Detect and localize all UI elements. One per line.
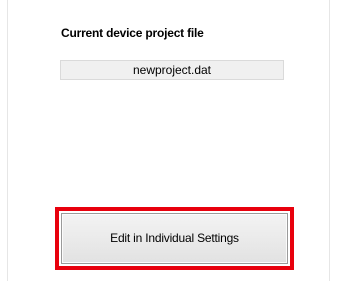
panel-right-border	[329, 0, 330, 281]
edit-in-individual-settings-button[interactable]: Edit in Individual Settings	[61, 213, 288, 264]
project-file-heading: Current device project file	[61, 26, 204, 40]
device-project-panel: Current device project file newproject.d…	[0, 0, 337, 281]
project-file-name-field: newproject.dat	[60, 60, 284, 80]
panel-left-border	[7, 0, 8, 281]
